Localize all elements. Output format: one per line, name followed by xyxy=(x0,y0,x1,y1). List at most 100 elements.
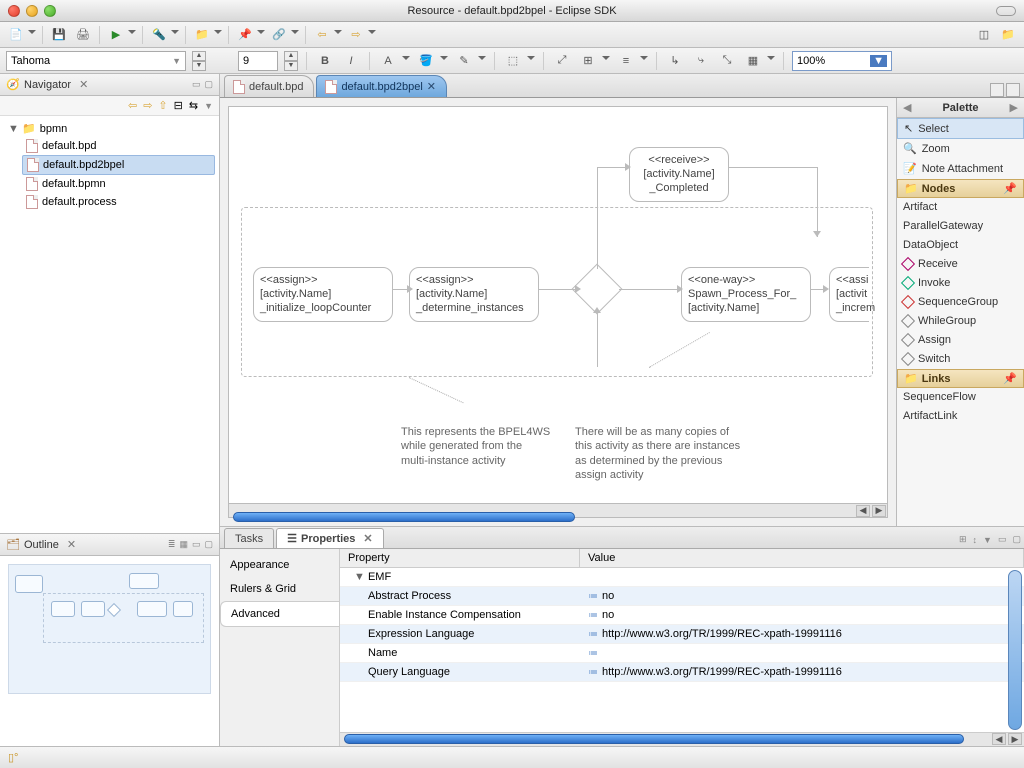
scroll-left-icon[interactable]: ◀ xyxy=(856,505,870,517)
prop-row[interactable]: Abstract Process≔no xyxy=(340,587,1024,606)
prop-row[interactable]: Expression Language≔http://www.w3.org/TR… xyxy=(340,625,1024,644)
props-toolbar-icon2[interactable]: ↕ xyxy=(970,532,981,548)
distribute-dropdown[interactable] xyxy=(602,56,610,66)
nav-folder-button[interactable]: 📁 xyxy=(192,25,212,45)
palette-link-artifactlink[interactable]: ArtifactLink xyxy=(897,407,1024,426)
run-button[interactable]: ▶ xyxy=(106,25,126,45)
bottom-tab-tasks[interactable]: Tasks xyxy=(224,528,274,548)
tree-file[interactable]: default.process xyxy=(22,193,215,211)
minimize-window-button[interactable] xyxy=(26,5,38,17)
scroll-right-icon[interactable]: ▶ xyxy=(872,505,886,517)
fill-color-dropdown[interactable] xyxy=(440,56,448,66)
italic-button[interactable]: I xyxy=(341,51,361,71)
align-button[interactable]: ≡ xyxy=(616,51,636,71)
tree-file[interactable]: default.bpd xyxy=(22,137,215,155)
palette-tool-select[interactable]: ↖Select xyxy=(897,118,1024,139)
font-size-select[interactable]: 9 xyxy=(238,51,278,71)
back-button[interactable]: ⇦ xyxy=(312,25,332,45)
scroll-left-icon[interactable]: ◀ xyxy=(992,733,1006,745)
select-tool-dropdown[interactable] xyxy=(527,56,535,66)
tree-toggle-icon[interactable]: ▼ xyxy=(8,123,18,135)
run-dropdown[interactable] xyxy=(128,30,136,40)
pin-dropdown[interactable] xyxy=(257,30,265,40)
palette-node-sequencegroup[interactable]: SequenceGroup xyxy=(897,293,1024,312)
select-tool-button[interactable]: ⬚ xyxy=(503,51,523,71)
diagram-canvas[interactable]: <<assign>> [activity.Name] _initialize_l… xyxy=(228,106,888,504)
props-min-icon[interactable]: ▭ xyxy=(995,531,1010,548)
palette-link-sequenceflow[interactable]: SequenceFlow xyxy=(897,388,1024,407)
line-color-button[interactable]: ✎ xyxy=(454,51,474,71)
outline-close-icon[interactable]: ✕ xyxy=(67,538,76,551)
properties-close-icon[interactable]: ✕ xyxy=(363,532,372,545)
nav-back-icon[interactable]: ⇦ xyxy=(128,99,137,112)
properties-col-value[interactable]: Value xyxy=(580,549,1024,567)
save-button[interactable]: 💾 xyxy=(49,25,69,45)
palette-node-assign[interactable]: Assign xyxy=(897,331,1024,350)
properties-horizontal-scrollbar[interactable]: ◀ ▶ xyxy=(340,732,1024,746)
navigator-minimize-icon[interactable]: ▭ xyxy=(192,79,201,90)
editor-tab[interactable]: default.bpd2bpel✕ xyxy=(316,75,447,97)
tree-file[interactable]: default.bpd2bpel xyxy=(22,155,215,175)
palette-group-links[interactable]: 📁Links📌 xyxy=(897,369,1024,388)
editor-minimize-icon[interactable] xyxy=(990,83,1004,97)
font-color-dropdown[interactable] xyxy=(402,56,410,66)
back-dropdown[interactable] xyxy=(334,30,342,40)
align-dropdown[interactable] xyxy=(640,56,648,66)
scrollbar-thumb[interactable] xyxy=(233,512,575,522)
forward-dropdown[interactable] xyxy=(368,30,376,40)
search-button[interactable]: 🔦 xyxy=(149,25,169,45)
bold-button[interactable]: B xyxy=(315,51,335,71)
prop-row[interactable]: Query Language≔http://www.w3.org/TR/1999… xyxy=(340,663,1024,682)
prop-row[interactable]: Name≔ xyxy=(340,644,1024,663)
palette-menu-icon[interactable]: ▶ xyxy=(1010,101,1018,114)
prop-row[interactable]: Enable Instance Compensation≔no xyxy=(340,606,1024,625)
palette-tool-note[interactable]: 📝Note Attachment xyxy=(897,159,1024,179)
prop-cat-advanced[interactable]: Advanced xyxy=(220,601,339,627)
prop-cat-appearance[interactable]: Appearance xyxy=(220,553,339,577)
palette-node-dataobject[interactable]: DataObject xyxy=(897,236,1024,255)
navigator-close-icon[interactable]: ✕ xyxy=(79,78,88,91)
palette-node-parallelgateway[interactable]: ParallelGateway xyxy=(897,217,1024,236)
props-toolbar-icon[interactable]: ⊞ xyxy=(956,531,970,548)
link-button[interactable]: 🔗 xyxy=(269,25,289,45)
new-button[interactable]: 📄 xyxy=(6,25,26,45)
outline-mode1-icon[interactable]: ≣ xyxy=(168,539,176,550)
pin-button[interactable]: 📌 xyxy=(235,25,255,45)
collapse-all-icon[interactable]: ⊟ xyxy=(174,99,183,112)
perspective-button-2[interactable]: 📁 xyxy=(998,25,1018,45)
distribute-button[interactable]: ⊞ xyxy=(578,51,598,71)
close-window-button[interactable] xyxy=(8,5,20,17)
outline-min-icon[interactable]: ▭ xyxy=(192,539,201,550)
font-family-stepper[interactable]: ▲▼ xyxy=(192,51,206,71)
palette-collapse-icon[interactable]: ◀ xyxy=(903,101,911,114)
new-dropdown[interactable] xyxy=(28,30,36,40)
grid-dropdown[interactable] xyxy=(767,56,775,66)
palette-node-invoke[interactable]: Invoke xyxy=(897,274,1024,293)
properties-vertical-scrollbar[interactable] xyxy=(1008,570,1022,730)
palette-tool-zoom[interactable]: 🔍Zoom xyxy=(897,139,1024,159)
diag-button[interactable]: ⤡ xyxy=(717,51,737,71)
font-color-button[interactable]: A xyxy=(378,51,398,71)
search-dropdown[interactable] xyxy=(171,30,179,40)
perspective-button-1[interactable]: ◫ xyxy=(974,25,994,45)
outline-mode2-icon[interactable]: ▦ xyxy=(179,539,188,550)
link-dropdown[interactable] xyxy=(291,30,299,40)
router-button[interactable]: ↳ xyxy=(665,51,685,71)
node-assign-1[interactable]: <<assign>> [activity.Name] _initialize_l… xyxy=(253,267,393,322)
palette-node-switch[interactable]: Switch xyxy=(897,350,1024,369)
palette-node-artifact[interactable]: Artifact xyxy=(897,198,1024,217)
autosize-button[interactable]: ⤢ xyxy=(552,51,572,71)
properties-col-property[interactable]: Property xyxy=(340,549,580,567)
props-menu-icon[interactable]: ▼ xyxy=(980,532,995,548)
scrollbar-thumb[interactable] xyxy=(344,734,964,744)
prop-group-row[interactable]: ▼ EMF xyxy=(340,568,1024,587)
node-oneway[interactable]: <<one-way>> Spawn_Process_For_ [activity… xyxy=(681,267,811,322)
nav-up-icon[interactable]: ⇧ xyxy=(158,99,167,112)
tree-file[interactable]: default.bpmn xyxy=(22,175,215,193)
print-button[interactable]: 🖨 xyxy=(73,25,93,45)
node-assign-2[interactable]: <<assign>> [activity.Name] _determine_in… xyxy=(409,267,539,322)
tab-close-icon[interactable]: ✕ xyxy=(427,80,436,93)
palette-node-receive[interactable]: Receive xyxy=(897,255,1024,274)
font-size-stepper[interactable]: ▲▼ xyxy=(284,51,298,71)
nav-fwd-icon[interactable]: ⇨ xyxy=(143,99,152,112)
